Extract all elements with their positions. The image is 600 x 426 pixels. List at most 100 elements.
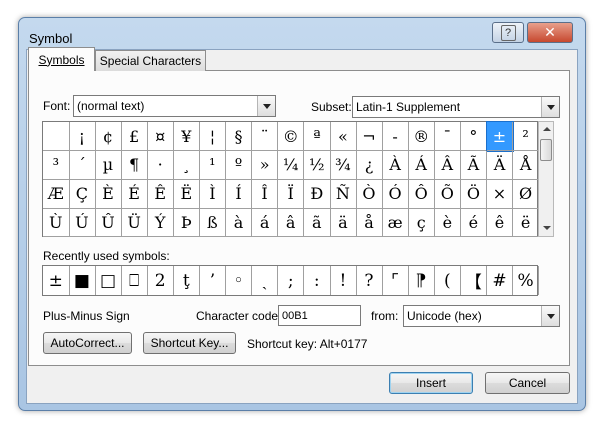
symbol-cell[interactable]: Í: [225, 179, 253, 209]
symbol-cell[interactable]: µ: [95, 150, 122, 180]
symbol-cell[interactable]: à: [225, 208, 253, 238]
symbol-cell[interactable]: »: [251, 150, 279, 180]
symbol-cell[interactable]: ¡: [69, 122, 96, 152]
scroll-down-icon[interactable]: [543, 226, 551, 230]
symbol-cell[interactable]: ¿: [356, 150, 383, 180]
symbol-cell[interactable]: º: [225, 150, 253, 180]
symbol-cell[interactable]: Ø: [512, 179, 540, 209]
symbol-cell[interactable]: È: [95, 179, 122, 209]
tab-symbols[interactable]: Symbols: [28, 47, 95, 71]
char-code-input[interactable]: 00B1: [278, 305, 361, 326]
symbol-cell[interactable]: ¯: [434, 122, 462, 152]
symbol-cell[interactable]: Ù: [43, 208, 70, 238]
recent-symbol-cell[interactable]: ±: [43, 266, 70, 295]
symbol-cell[interactable]: Ü: [121, 208, 148, 238]
symbol-cell[interactable]: Ê: [147, 179, 174, 209]
subset-dropdown-arrow[interactable]: [541, 97, 559, 117]
recent-symbol-cell[interactable]: ⁋: [408, 266, 435, 295]
symbol-cell[interactable]: Â: [434, 150, 462, 180]
recent-symbol-cell[interactable]: !: [330, 266, 357, 295]
recent-symbol-cell[interactable]: 【: [461, 266, 488, 295]
symbol-cell[interactable]: £: [121, 122, 148, 152]
symbol-cell[interactable]: ³: [43, 150, 70, 180]
recent-symbol-cell[interactable]: 2: [147, 266, 174, 295]
recent-symbol-cell[interactable]: ■: [69, 266, 96, 295]
symbol-cell[interactable]: ¢: [95, 122, 122, 152]
symbol-cell[interactable]: É: [121, 179, 148, 209]
recent-symbol-cell[interactable]: ’: [200, 266, 227, 295]
symbol-cell[interactable]: Ñ: [330, 179, 357, 209]
symbol-cell[interactable]: æ: [382, 208, 409, 238]
symbol-cell[interactable]: Þ: [173, 208, 201, 238]
recent-symbol-cell[interactable]: ;: [278, 266, 305, 295]
recent-symbol-cell[interactable]: ˎ: [252, 266, 279, 295]
symbol-cell[interactable]: Á: [408, 150, 435, 180]
font-combo[interactable]: (normal text): [73, 95, 276, 117]
symbol-cell[interactable]: ã: [304, 208, 331, 238]
symbol-cell[interactable]: ¹: [199, 150, 227, 180]
symbol-cell[interactable]: Ç: [69, 179, 96, 209]
symbol-cell[interactable]: «: [330, 122, 357, 152]
symbol-cell[interactable]: ¼: [277, 150, 305, 180]
recent-symbol-cell[interactable]: ?: [356, 266, 383, 295]
symbol-cell[interactable]: -: [382, 122, 409, 152]
symbol-cell[interactable]: Ö: [460, 179, 488, 209]
recent-symbol-cell[interactable]: (: [435, 266, 462, 295]
symbol-cell[interactable]: Ä: [486, 150, 514, 180]
autocorrect-button[interactable]: AutoCorrect...: [43, 332, 132, 354]
symbol-grid-scrollbar[interactable]: [538, 121, 554, 237]
symbol-cell[interactable]: ê: [486, 208, 514, 238]
symbol-cell[interactable]: §: [225, 122, 253, 152]
shortcut-key-button[interactable]: Shortcut Key...: [143, 332, 236, 354]
symbol-cell[interactable]: ½: [304, 150, 331, 180]
cancel-button[interactable]: Cancel: [485, 372, 570, 394]
symbol-cell[interactable]: Ð: [304, 179, 331, 209]
recent-symbol-cell[interactable]: □: [95, 266, 122, 295]
symbol-cell[interactable]: ë: [512, 208, 540, 238]
symbol-cell[interactable]: ª: [304, 122, 331, 152]
symbol-cell[interactable]: Ô: [408, 179, 435, 209]
symbol-cell[interactable]: ¶: [121, 150, 148, 180]
help-button[interactable]: ?: [492, 22, 524, 43]
recent-symbol-cell[interactable]: ⎕: [121, 266, 148, 295]
subset-combo[interactable]: Latin-1 Supplement: [352, 96, 560, 118]
symbol-cell[interactable]: è: [434, 208, 462, 238]
symbol-cell[interactable]: Å: [512, 150, 540, 180]
recent-symbol-cell[interactable]: ţ: [174, 266, 201, 295]
scroll-up-icon[interactable]: [543, 127, 551, 131]
symbol-cell[interactable]: Û: [95, 208, 122, 238]
symbol-cell[interactable]: â: [277, 208, 305, 238]
recent-symbol-cell[interactable]: ⌜: [382, 266, 409, 295]
scroll-thumb[interactable]: [540, 139, 552, 161]
symbol-cell[interactable]: Ú: [69, 208, 96, 238]
symbol-cell[interactable]: ¥: [173, 122, 201, 152]
symbol-cell[interactable]: ¨: [251, 122, 279, 152]
symbol-cell[interactable]: Õ: [434, 179, 462, 209]
symbol-cell[interactable]: À: [382, 150, 409, 180]
symbol-cell[interactable]: Ï: [277, 179, 305, 209]
from-dropdown-arrow[interactable]: [541, 306, 559, 326]
tab-special-characters[interactable]: Special Characters: [95, 50, 206, 71]
insert-button[interactable]: Insert: [389, 372, 473, 394]
symbol-cell[interactable]: ²: [512, 122, 540, 152]
symbol-cell[interactable]: ¤: [147, 122, 174, 152]
symbol-cell[interactable]: ¬: [356, 122, 383, 152]
symbol-cell[interactable]: Î: [251, 179, 279, 209]
recent-symbol-cell[interactable]: ◦: [226, 266, 253, 295]
symbol-cell[interactable]: ¾: [330, 150, 357, 180]
recent-symbol-cell[interactable]: %: [513, 266, 540, 295]
symbol-cell[interactable]: [43, 122, 70, 152]
symbol-cell[interactable]: ç: [408, 208, 435, 238]
symbol-cell[interactable]: ¦: [199, 122, 227, 152]
close-button[interactable]: ✕: [527, 22, 573, 43]
symbol-cell[interactable]: ×: [486, 179, 514, 209]
symbol-cell[interactable]: Ó: [382, 179, 409, 209]
symbol-cell[interactable]: ¸: [173, 150, 201, 180]
symbol-cell[interactable]: é: [460, 208, 488, 238]
symbol-cell[interactable]: ©: [277, 122, 305, 152]
symbol-cell[interactable]: á: [251, 208, 279, 238]
symbol-cell[interactable]: å: [356, 208, 383, 238]
font-dropdown-arrow[interactable]: [257, 96, 275, 116]
symbol-cell[interactable]: Ë: [173, 179, 201, 209]
symbol-cell[interactable]: ·: [147, 150, 174, 180]
